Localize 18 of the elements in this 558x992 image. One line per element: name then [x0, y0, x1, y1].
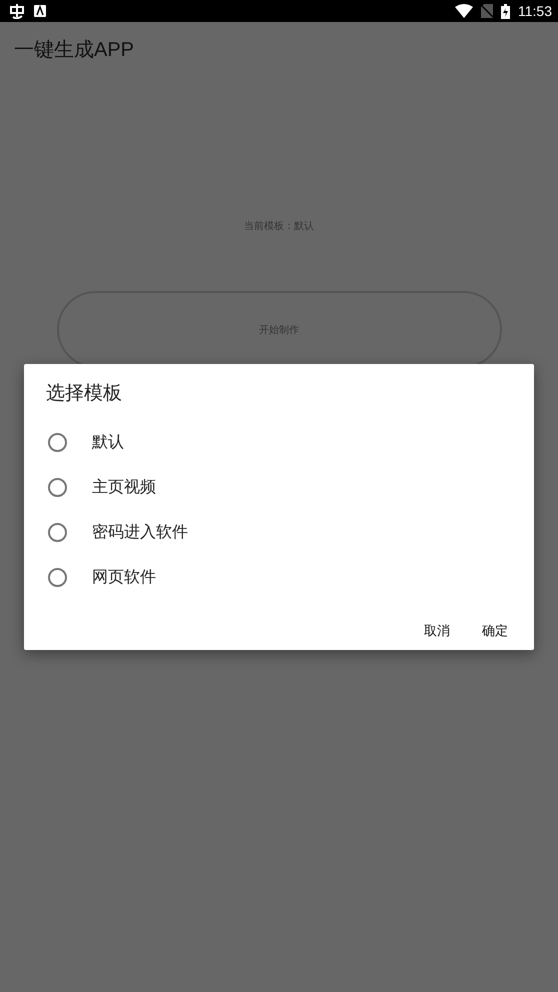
no-sim-icon [481, 4, 493, 18]
battery-charging-icon [501, 4, 510, 18]
option-label[interactable]: 主页视频 [92, 477, 156, 498]
option-label[interactable]: 默认 [92, 432, 124, 453]
dialog-button[interactable]: 确定 [470, 614, 520, 648]
wifi-icon [455, 4, 473, 18]
app-notification-icon [8, 3, 26, 19]
option-label[interactable]: 密码进入软件 [92, 522, 188, 543]
dialog-button[interactable]: 取消 [412, 614, 462, 648]
radio-button[interactable] [48, 433, 67, 452]
option-label[interactable]: 网页软件 [92, 567, 156, 588]
dialog-title: 选择模板 [46, 381, 123, 406]
app-notification-icon [34, 5, 46, 17]
radio-button[interactable] [48, 478, 67, 497]
app-title: 一键生成APP [14, 38, 134, 63]
radio-button[interactable] [48, 568, 67, 587]
radio-button[interactable] [48, 523, 67, 542]
clock-time: 11:53 [518, 3, 552, 19]
